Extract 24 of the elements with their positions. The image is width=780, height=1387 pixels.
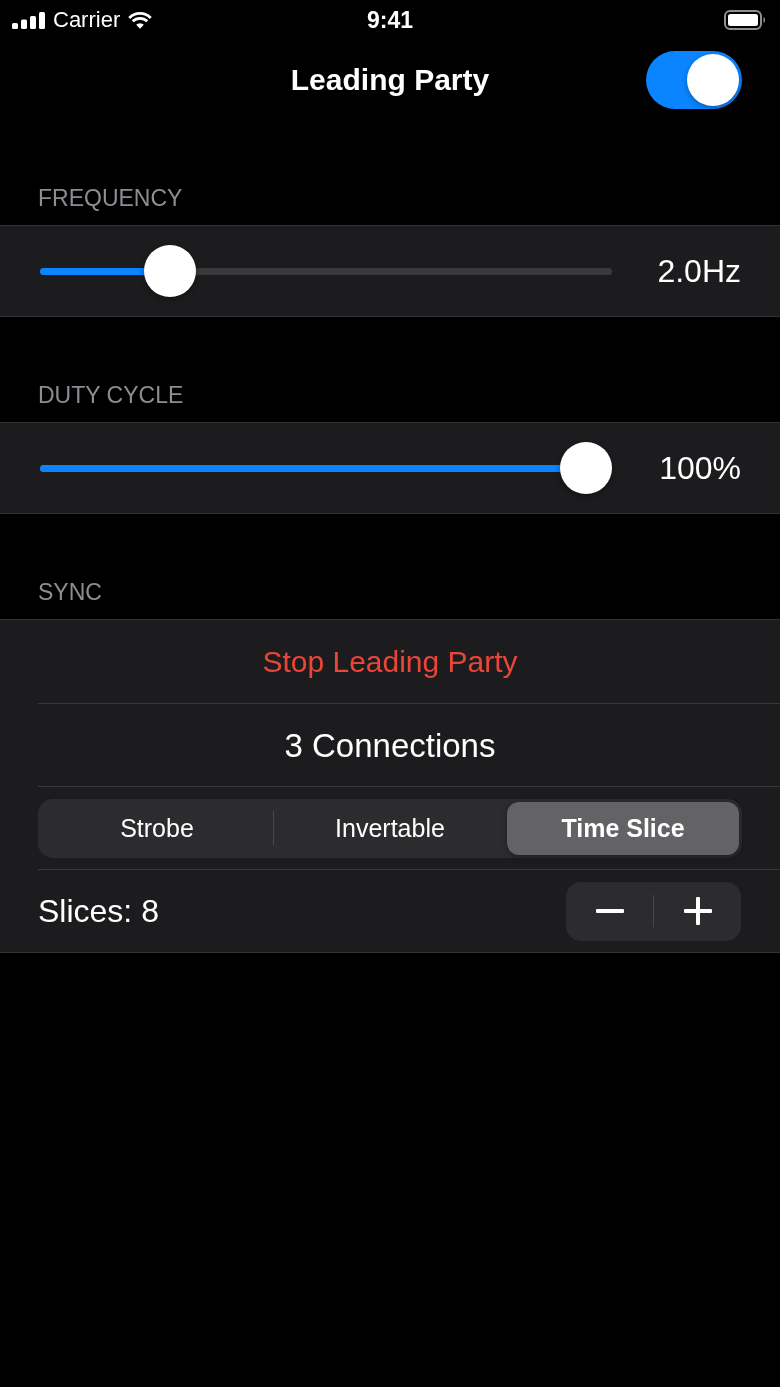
slider-track[interactable] [40, 245, 612, 297]
slider-thumb[interactable] [560, 442, 612, 494]
status-time: 9:41 [366, 8, 413, 32]
connections-label: 3 Connections [284, 728, 496, 762]
stop-button[interactable]: Stop Leading Party [262, 646, 518, 677]
minus-icon [595, 909, 624, 913]
section-header: SYNC [38, 581, 102, 604]
section-header: FREQUENCY [38, 187, 183, 210]
section-header: DUTY CYCLE [38, 384, 184, 407]
wifi-icon [127, 10, 154, 30]
slider-thumb[interactable] [144, 245, 196, 297]
segment-tab[interactable]: Invertable [274, 801, 506, 855]
page-title: Leading Party [290, 65, 490, 95]
slider-value: 2.0Hz [657, 255, 741, 287]
segment-tab[interactable]: Strobe [41, 801, 273, 855]
plus-icon [683, 897, 712, 925]
segment-tab[interactable]: Time Slice [507, 801, 739, 855]
battery-icon [724, 10, 766, 30]
stepper-label: Slices: 8 [38, 895, 159, 927]
signal-icon [12, 11, 46, 29]
carrier-name: Carrier [53, 9, 121, 31]
slider-track[interactable] [40, 442, 612, 494]
toggle-switch[interactable] [646, 51, 742, 109]
slider-value: 100% [659, 452, 741, 484]
